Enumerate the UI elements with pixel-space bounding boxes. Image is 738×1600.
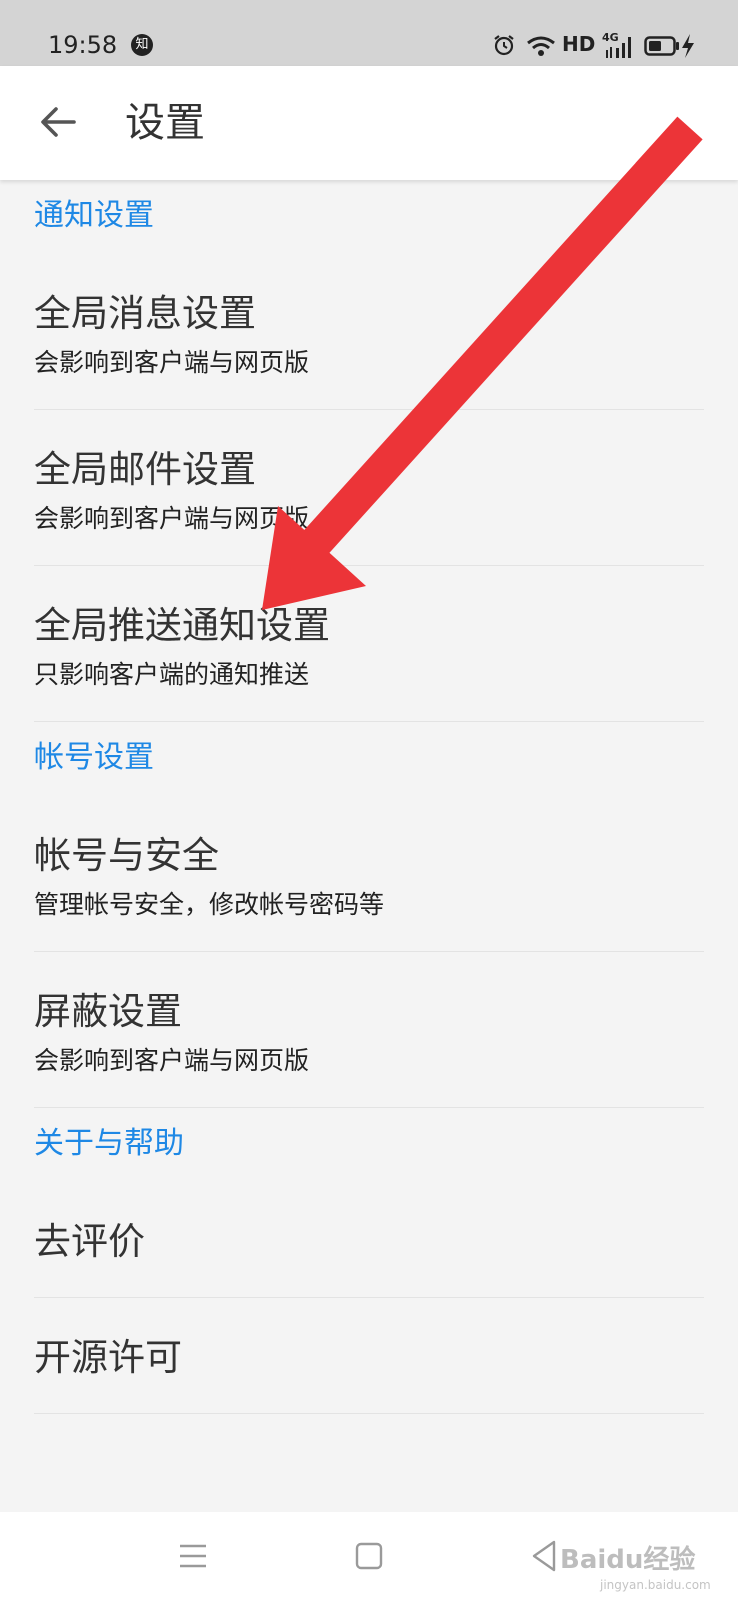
- list-item-account-security[interactable]: 帐号与安全 管理帐号安全，修改帐号密码等: [0, 796, 738, 952]
- status-bar: 19:58 知 HD 4G: [0, 0, 738, 66]
- item-title: 去评价: [34, 1220, 145, 1263]
- item-title: 开源许可: [34, 1336, 182, 1379]
- item-subtitle: 会影响到客户端与网页版: [34, 1046, 310, 1075]
- settings-list: 通知设置 全局消息设置 会影响到客户端与网页版 全局邮件设置 会影响到客户端与网…: [0, 180, 738, 1414]
- zhihu-notification-icon: 知: [131, 34, 153, 56]
- alarm-icon: [494, 35, 514, 56]
- section-header-label: 帐号设置: [34, 740, 154, 775]
- item-title: 全局邮件设置: [34, 448, 256, 491]
- status-time: 19:58: [48, 31, 118, 59]
- signal-icon: [606, 37, 631, 58]
- page-title: 设置: [125, 100, 205, 146]
- section-header-about: 关于与帮助: [0, 1108, 738, 1182]
- item-subtitle: 只影响客户端的通知推送: [34, 660, 310, 689]
- home-button[interactable]: [347, 1534, 391, 1578]
- item-title: 全局推送通知设置: [34, 604, 330, 647]
- list-item-global-push-settings[interactable]: 全局推送通知设置 只影响客户端的通知推送: [0, 566, 738, 722]
- arrow-left-icon: [41, 107, 76, 137]
- section-header-notifications: 通知设置: [0, 180, 738, 254]
- list-item-global-message-settings[interactable]: 全局消息设置 会影响到客户端与网页版: [0, 254, 738, 410]
- section-header-label: 关于与帮助: [34, 1126, 184, 1161]
- item-title: 全局消息设置: [34, 292, 256, 335]
- list-item-block-settings[interactable]: 屏蔽设置 会影响到客户端与网页版: [0, 952, 738, 1108]
- home-icon: [355, 1542, 383, 1570]
- section-header-label: 通知设置: [34, 198, 154, 233]
- battery-icon: [644, 36, 679, 56]
- menu-icon: [180, 1544, 206, 1568]
- item-title: 帐号与安全: [34, 834, 219, 877]
- baidu-watermark: Baidu经验: [560, 1545, 696, 1575]
- hd-indicator: HD: [562, 32, 596, 56]
- divider: [34, 1413, 704, 1414]
- item-subtitle: 会影响到客户端与网页版: [34, 348, 310, 377]
- charging-icon: [682, 34, 694, 58]
- status-icons: HD 4G: [478, 30, 738, 62]
- item-title: 屏蔽设置: [34, 990, 182, 1033]
- app-bar: 设置: [0, 66, 738, 180]
- wifi-icon: [527, 36, 555, 56]
- item-subtitle: 会影响到客户端与网页版: [34, 504, 310, 533]
- list-item-open-source-licenses[interactable]: 开源许可: [0, 1298, 738, 1414]
- item-subtitle: 管理帐号安全，修改帐号密码等: [34, 890, 385, 919]
- list-item-global-email-settings[interactable]: 全局邮件设置 会影响到客户端与网页版: [0, 410, 738, 566]
- list-item-rate[interactable]: 去评价: [0, 1182, 738, 1298]
- menu-button[interactable]: [171, 1534, 215, 1578]
- baidu-watermark-url: jingyan.baidu.com: [600, 1578, 711, 1592]
- back-button[interactable]: [30, 94, 86, 150]
- section-header-account: 帐号设置: [0, 722, 738, 796]
